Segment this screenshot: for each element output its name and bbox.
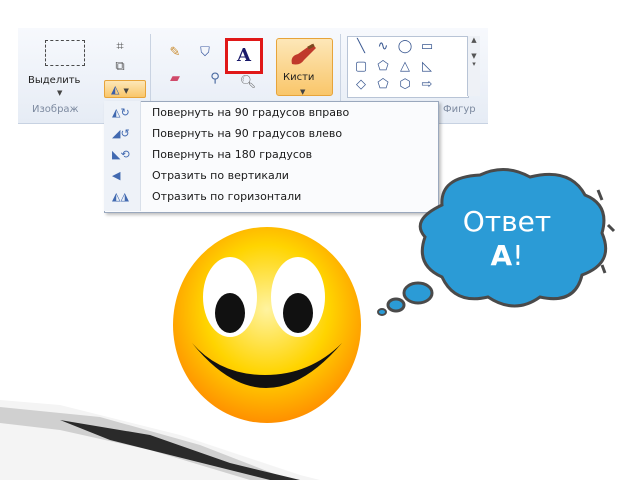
answer-word: Ответ xyxy=(462,205,552,238)
select-button-label[interactable]: Выделить xyxy=(28,75,80,86)
rotate-left-icon: ◢↺ xyxy=(112,127,130,140)
menu-item-label: Отразить по вертикали xyxy=(152,169,289,182)
menu-item-rotate-180[interactable]: ◣⟲ Повернуть на 180 градусов xyxy=(112,144,432,165)
hexagon-shape-icon[interactable]: ⬡ xyxy=(396,78,414,92)
diamond-shape-icon[interactable]: ◇ xyxy=(352,78,370,92)
crop-icon[interactable]: ⌗ xyxy=(110,38,130,56)
shapes-group-caption: Фигур xyxy=(443,104,476,115)
answer-text: Ответ А! xyxy=(432,205,582,273)
bubble-dot-medium xyxy=(386,297,406,313)
color-picker-icon[interactable]: ⚲ xyxy=(205,70,225,88)
brushes-label: Кисти xyxy=(283,72,315,83)
bubble-dot-large xyxy=(402,281,434,305)
flip-horizontal-icon: ◭◮ xyxy=(112,190,129,203)
line-shape-icon[interactable]: ╲ xyxy=(352,40,370,54)
decorative-stripe xyxy=(0,400,320,480)
chevron-down-icon: ▼ xyxy=(123,87,129,95)
ellipse-shape-icon[interactable]: ◯ xyxy=(396,40,414,54)
rounded-rect-shape-icon[interactable]: ▢ xyxy=(352,60,370,74)
menu-item-label: Повернуть на 90 градусов вправо xyxy=(152,106,350,119)
curve-shape-icon[interactable]: ∿ xyxy=(374,40,392,54)
smiley-left-pupil xyxy=(215,293,245,333)
group-divider xyxy=(150,34,151,104)
menu-item-rotate-left[interactable]: ◢↺ Повернуть на 90 градусов влево xyxy=(112,123,432,144)
pencil-icon[interactable]: ✎ xyxy=(165,44,185,62)
menu-item-rotate-right[interactable]: ◭↻ Повернуть на 90 градусов вправо xyxy=(112,102,432,123)
smiley-right-pupil xyxy=(283,293,313,333)
chevron-down-icon[interactable]: ▼ xyxy=(57,89,62,97)
chevron-down-icon[interactable]: ▼ xyxy=(300,88,305,96)
magnifier-icon[interactable]: 🔍︎ xyxy=(238,74,258,92)
polygon-shape-icon[interactable]: ⬠ xyxy=(374,60,392,74)
flip-vertical-icon: ◀ xyxy=(112,169,121,182)
smiley-head xyxy=(173,227,361,423)
menu-item-label: Повернуть на 90 градусов влево xyxy=(152,127,343,140)
rotate-button[interactable]: ◭ ▼ xyxy=(104,80,146,98)
pentagon-shape-icon[interactable]: ⬠ xyxy=(374,78,392,92)
menu-item-label: Повернуть на 180 градусов xyxy=(152,148,313,161)
eraser-icon[interactable]: ▰ xyxy=(165,70,185,88)
menu-item-label: Отразить по горизонтали xyxy=(152,190,302,203)
bubble-dot-small xyxy=(377,308,387,316)
arrow-shape-icon[interactable]: ⇨ xyxy=(418,78,436,92)
image-group-caption: Изображ xyxy=(32,104,79,115)
triangle-shape-icon[interactable]: △ xyxy=(396,60,414,74)
group-divider xyxy=(340,34,341,104)
rectangle-shape-icon[interactable]: ▭ xyxy=(418,40,436,54)
answer-punct: ! xyxy=(512,239,524,272)
resize-icon[interactable]: ⧉ xyxy=(110,58,130,76)
rotate-right-icon: ◭↻ xyxy=(112,106,130,119)
answer-letter: А xyxy=(490,239,513,272)
rotate-180-icon: ◣⟲ xyxy=(112,148,130,161)
brush-icon xyxy=(291,43,316,65)
right-triangle-shape-icon[interactable]: ◺ xyxy=(418,60,436,74)
select-tool-icon[interactable] xyxy=(45,40,85,66)
fill-icon[interactable]: ⛉ xyxy=(195,44,215,62)
shapes-scrollbar[interactable]: ▲ ▼ ▾ xyxy=(467,36,480,96)
rotate-icon: ◭ xyxy=(111,83,120,96)
text-tool-button[interactable]: A xyxy=(225,38,263,74)
